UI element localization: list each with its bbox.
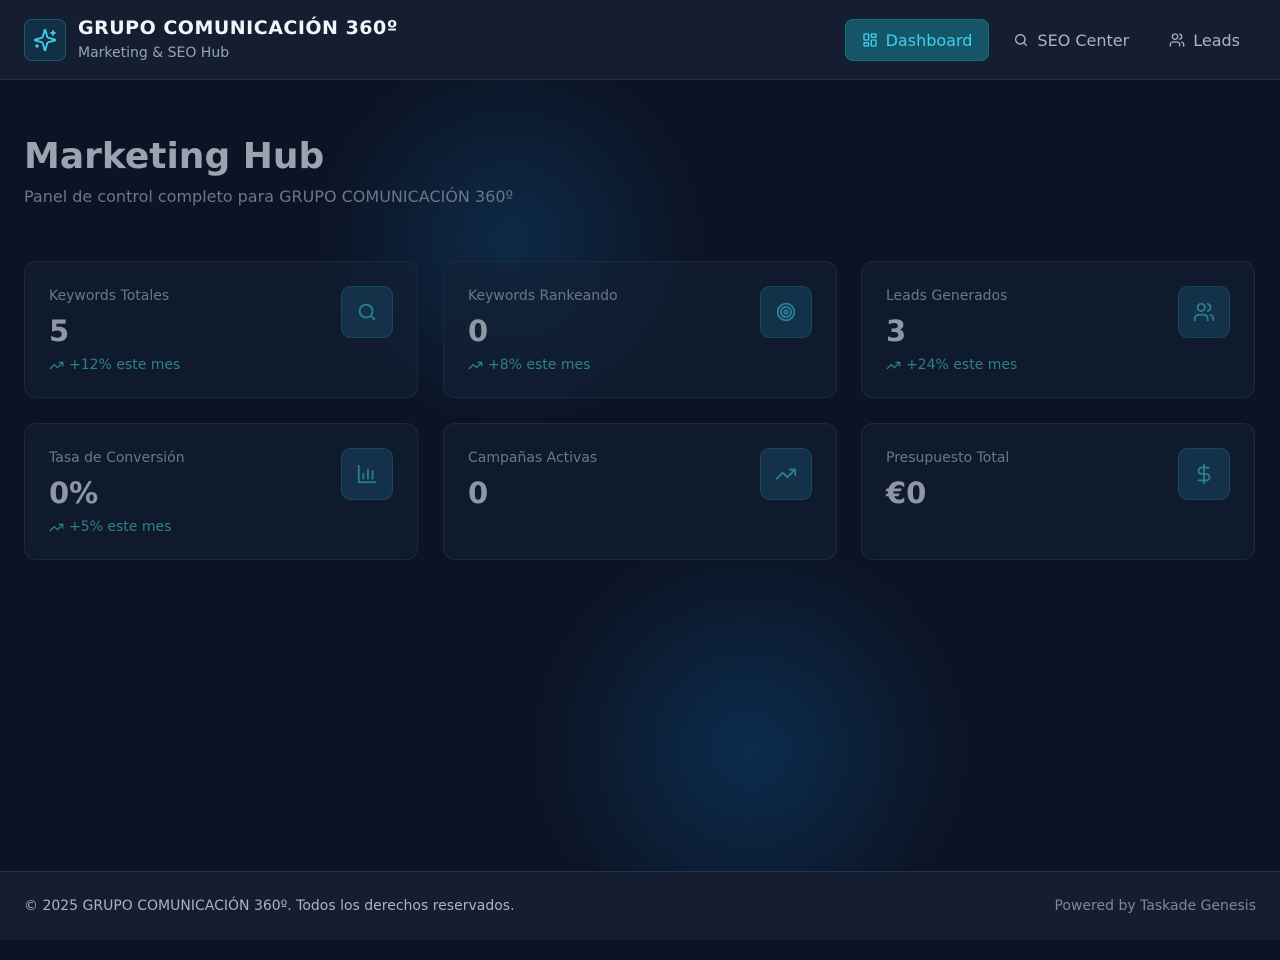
brand-title: GRUPO COMUNICACIÓN 360º bbox=[78, 17, 398, 39]
page-subtitle: Panel de control completo para GRUPO COM… bbox=[24, 187, 514, 206]
trending-up-icon bbox=[49, 361, 64, 369]
stat-label: Leads Generados bbox=[886, 288, 1008, 304]
stat-card-keywords-rankeando: Keywords Rankeando 0 +8% este mes bbox=[443, 261, 837, 398]
trending-up-icon bbox=[468, 361, 483, 369]
stat-value: 0 bbox=[468, 476, 489, 510]
main-nav: Dashboard SEO Center Leads bbox=[844, 19, 1256, 61]
nav-leads[interactable]: Leads bbox=[1153, 19, 1256, 61]
stat-label: Keywords Rankeando bbox=[468, 288, 618, 304]
layout-grid-icon bbox=[862, 33, 877, 47]
bar-chart-icon bbox=[341, 448, 393, 500]
stat-trend-text: +12% este mes bbox=[69, 357, 181, 373]
stat-label: Campañas Activas bbox=[468, 450, 598, 466]
stat-label: Tasa de Conversión bbox=[49, 450, 185, 466]
bottom-strip bbox=[0, 940, 1280, 960]
stat-value: €0 bbox=[886, 476, 927, 510]
search-icon bbox=[341, 286, 393, 338]
top-header: GRUPO COMUNICACIÓN 360º Marketing & SEO … bbox=[0, 0, 1280, 80]
nav-dashboard[interactable]: Dashboard bbox=[844, 19, 990, 61]
footer-powered-by: Powered by Taskade Genesis bbox=[1054, 898, 1256, 914]
stat-trend: +8% este mes bbox=[468, 357, 590, 373]
stat-card-presupuesto-total: Presupuesto Total €0 bbox=[861, 423, 1255, 560]
stat-trend: +12% este mes bbox=[49, 357, 180, 373]
nav-leads-label: Leads bbox=[1193, 30, 1240, 50]
page-title: Marketing Hub bbox=[24, 136, 325, 177]
footer-copyright: © 2025 GRUPO COMUNICACIÓN 360º. Todos lo… bbox=[24, 898, 515, 914]
stat-trend-text: +8% este mes bbox=[488, 357, 591, 373]
nav-seo-center-label: SEO Center bbox=[1037, 30, 1130, 50]
nav-seo-center[interactable]: SEO Center bbox=[997, 19, 1145, 61]
stat-trend-text: +5% este mes bbox=[69, 519, 172, 535]
stat-label: Keywords Totales bbox=[49, 288, 170, 304]
stat-value: 0 bbox=[468, 314, 489, 348]
sparkles-icon[interactable] bbox=[24, 19, 66, 61]
trending-up-icon bbox=[49, 523, 64, 531]
nav-dashboard-label: Dashboard bbox=[885, 30, 973, 50]
stat-value: 0% bbox=[49, 476, 99, 510]
stat-trend: +24% este mes bbox=[886, 357, 1017, 373]
dollar-sign-icon bbox=[1178, 448, 1230, 500]
stat-label: Presupuesto Total bbox=[886, 450, 1010, 466]
stat-card-tasa-conversion: Tasa de Conversión 0% +5% este mes bbox=[24, 423, 418, 560]
trending-up-icon bbox=[886, 361, 901, 369]
stat-trend: +5% este mes bbox=[49, 519, 171, 535]
brand-subtitle: Marketing & SEO Hub bbox=[78, 45, 230, 61]
stat-value: 3 bbox=[886, 314, 907, 348]
page-footer: © 2025 GRUPO COMUNICACIÓN 360º. Todos lo… bbox=[0, 871, 1280, 940]
stat-value: 5 bbox=[49, 314, 70, 348]
stat-card-campanas-activas: Campañas Activas 0 bbox=[443, 423, 837, 560]
stat-card-keywords-totales: Keywords Totales 5 +12% este mes bbox=[24, 261, 418, 398]
stat-card-leads-generados: Leads Generados 3 +24% este mes bbox=[861, 261, 1255, 398]
search-icon bbox=[1015, 34, 1028, 46]
trending-up-icon bbox=[760, 448, 812, 500]
users-icon bbox=[1169, 33, 1185, 47]
stat-trend-text: +24% este mes bbox=[906, 357, 1018, 373]
users-icon bbox=[1178, 286, 1230, 338]
target-icon bbox=[760, 286, 812, 338]
